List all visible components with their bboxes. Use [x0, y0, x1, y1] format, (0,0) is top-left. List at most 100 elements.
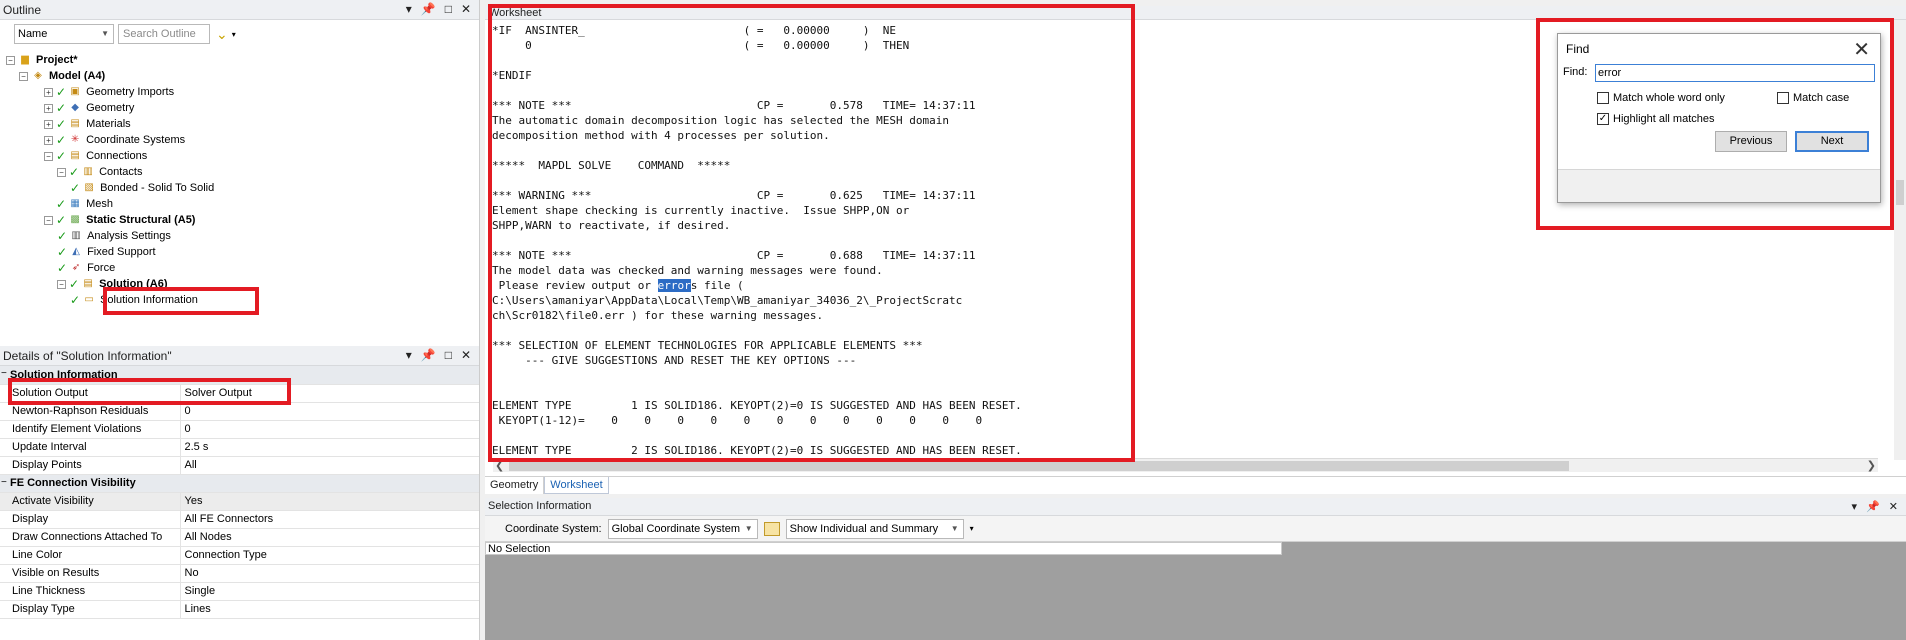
details-row[interactable]: Activate Visibility Yes — [0, 492, 479, 511]
details-row[interactable]: Line Thickness Single — [0, 582, 479, 601]
tree-item-label: Bonded - Solid To Solid — [100, 182, 215, 194]
tree-item-materials[interactable]: + ✓ ▤ Materials — [44, 116, 131, 132]
collapse-icon[interactable]: − — [1, 368, 7, 379]
expand-icon[interactable]: + — [44, 87, 53, 97]
collapse-icon[interactable]: − — [1, 477, 7, 488]
checkmark-icon: ✓ — [56, 213, 67, 227]
coordinate-system-label: Coordinate System: — [505, 522, 602, 535]
property-name: Display Type — [0, 600, 180, 619]
toolbar-overflow-icon[interactable]: ▾ — [970, 524, 974, 533]
property-value[interactable]: All FE Connectors — [179, 510, 479, 529]
tree-item-label: Static Structural (A5) — [86, 214, 196, 226]
tree-item-label: Geometry Imports — [86, 86, 175, 98]
selection-toolbar: Coordinate System: Global Coordinate Sys… — [485, 516, 1906, 542]
property-value[interactable]: All Nodes — [179, 528, 479, 547]
force-icon: ➶ — [71, 262, 81, 273]
collapse-icon[interactable]: − — [57, 167, 66, 177]
details-row[interactable]: Display Points All — [0, 456, 479, 475]
tree-item-bonded-solid-to-solid[interactable]: ✓ ▧ Bonded - Solid To Solid — [70, 180, 214, 196]
tree-item-analysis-settings[interactable]: ✓ ▥ Analysis Settings — [57, 228, 171, 244]
chevron-down-icon: ▼ — [744, 523, 753, 533]
solution-information-icon: ▭ — [84, 294, 94, 305]
tree-item-connections[interactable]: − ✓ ▤ Connections — [44, 148, 147, 164]
collapse-icon[interactable]: − — [57, 279, 66, 289]
checkmark-icon: ✓ — [56, 149, 67, 163]
property-value[interactable]: 0 — [179, 420, 479, 439]
property-value[interactable]: 2.5 s — [179, 438, 479, 457]
close-icon[interactable]: ✕ — [461, 2, 471, 16]
checkmark-icon: ✓ — [70, 293, 81, 307]
property-value[interactable]: No — [179, 564, 479, 583]
property-value[interactable]: Lines — [179, 600, 479, 619]
panel-menu-icon[interactable]: ▾ — [1852, 500, 1858, 513]
checkmark-icon: ✓ — [57, 261, 68, 275]
coordinate-system-dropdown[interactable]: Global Coordinate System ▼ — [607, 518, 758, 539]
mesh-icon: ▦ — [70, 198, 80, 209]
scroll-right-icon[interactable]: ❯ — [1867, 459, 1876, 472]
checkmark-icon: ✓ — [69, 165, 80, 179]
property-value[interactable]: Connection Type — [179, 546, 479, 565]
details-row[interactable]: Line Color Connection Type — [0, 546, 479, 565]
maximize-icon[interactable]: □ — [445, 2, 452, 16]
name-filter-dropdown[interactable]: Name ▼ — [14, 24, 114, 44]
checkmark-icon: ✓ — [57, 229, 68, 243]
property-name: Display Points — [0, 456, 180, 475]
toolbar-overflow-icon[interactable]: ▾ — [232, 30, 236, 39]
expand-icon[interactable]: + — [44, 135, 53, 145]
tree-item-label: Analysis Settings — [87, 230, 171, 242]
search-outline-input[interactable] — [118, 24, 210, 44]
details-row[interactable]: Display Type Lines — [0, 600, 479, 619]
tree-item-label: Fixed Support — [87, 246, 156, 258]
expand-icon[interactable]: + — [44, 119, 53, 129]
pin-icon[interactable]: 📌 — [421, 2, 436, 16]
tree-item-static-structural-a5[interactable]: − ✓ ▩ Static Structural (A5) — [44, 212, 195, 228]
tree-item-project[interactable]: − ▆ Project* — [6, 52, 78, 68]
property-value[interactable]: Yes — [179, 492, 479, 511]
tree-item-label: Contacts — [99, 166, 143, 178]
chevron-down-icon: ▼ — [101, 29, 109, 38]
property-value[interactable]: All — [179, 456, 479, 475]
tree-item-mesh[interactable]: +✓▦Mesh — [44, 196, 113, 212]
tree-item-model-a4[interactable]: − ◈ Model (A4) — [19, 68, 105, 84]
property-name: Update Interval — [0, 438, 180, 457]
collapse-icon[interactable]: − — [6, 55, 15, 65]
vertical-scrollbar[interactable] — [1894, 20, 1906, 460]
show-mode-dropdown[interactable]: Show Individual and Summary ▼ — [785, 518, 964, 539]
collapse-icon[interactable]: − — [19, 71, 28, 81]
property-name: Line Color — [0, 546, 180, 565]
details-row[interactable]: Update Interval 2.5 s — [0, 438, 479, 457]
details-group[interactable]: − FE Connection Visibility — [0, 474, 479, 493]
checkmark-icon: ✓ — [57, 245, 68, 259]
scroll-thumb[interactable] — [509, 461, 1569, 471]
collapse-icon[interactable]: − — [44, 215, 53, 225]
tree-item-force[interactable]: ✓ ➶ Force — [57, 260, 115, 276]
details-row[interactable]: Display All FE Connectors — [0, 510, 479, 529]
close-icon[interactable]: ✕ — [1889, 500, 1898, 513]
tab-geometry[interactable]: Geometry — [485, 477, 545, 494]
panel-menu-icon[interactable]: ▾ — [406, 2, 412, 16]
filter-expand-icon[interactable]: ⌄ — [216, 26, 228, 43]
property-name: Display — [0, 510, 180, 529]
tab-worksheet[interactable]: Worksheet — [544, 477, 609, 494]
panel-menu-icon[interactable]: ▾ — [406, 348, 412, 362]
pin-icon[interactable]: 📌 — [421, 348, 436, 362]
property-value[interactable]: Single — [179, 582, 479, 601]
selection-information-panel: Selection Information ▾ 📌 ✕ Coordinate S… — [485, 498, 1906, 640]
tree-item-geometry[interactable]: + ✓ ◆ Geometry — [44, 100, 134, 116]
tree-item-geometry-imports[interactable]: + ✓ ▣ Geometry Imports — [44, 84, 174, 100]
details-row[interactable]: Visible on Results No — [0, 564, 479, 583]
close-icon[interactable]: ✕ — [461, 348, 471, 362]
tree-item-fixed-support[interactable]: ✓ ◭ Fixed Support — [57, 244, 156, 260]
maximize-icon[interactable]: □ — [445, 348, 452, 362]
tree-item-label: Materials — [86, 118, 131, 130]
tree-item-coordinate-systems[interactable]: + ✓ ✳ Coordinate Systems — [44, 132, 185, 148]
expand-icon[interactable]: + — [44, 103, 53, 113]
view-tabs: Geometry Worksheet — [485, 476, 1906, 494]
collapse-icon[interactable]: − — [44, 151, 53, 161]
details-row[interactable]: Identify Element Violations 0 — [0, 420, 479, 439]
pin-icon[interactable]: 📌 — [1866, 500, 1880, 513]
property-name: Identify Element Violations — [0, 420, 180, 439]
details-row[interactable]: Draw Connections Attached To All Nodes — [0, 528, 479, 547]
tree-item-contacts[interactable]: − ✓ ▥ Contacts — [57, 164, 142, 180]
selection-options-icon[interactable] — [763, 521, 780, 536]
